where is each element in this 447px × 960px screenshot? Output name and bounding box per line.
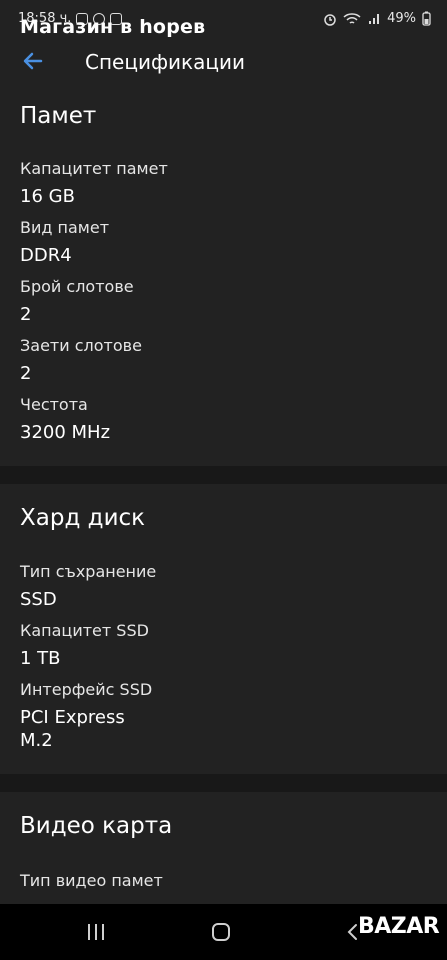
field-label: Капацитет SSD	[20, 621, 149, 640]
recent-apps-icon[interactable]	[88, 924, 104, 940]
status-right: 49%	[323, 11, 431, 26]
field-label: Заети слотове	[20, 336, 142, 355]
section-title: Видео карта	[20, 813, 173, 839]
shop-title: Магазин в hopeв	[20, 16, 206, 38]
page-title: Спецификации	[85, 50, 245, 74]
home-icon[interactable]	[212, 923, 230, 941]
field-value: 3200 MHz	[20, 422, 111, 443]
section-memory: Памет Капацитет памет 16 GB Вид памет DD…	[0, 90, 447, 466]
field-value: 16 GB	[20, 186, 75, 207]
section-hard-disk: Хард диск Тип съхранение SSD Капацитет S…	[0, 484, 447, 774]
field-value: 2	[20, 304, 32, 325]
field-label: Брой слотове	[20, 277, 134, 296]
wifi-icon	[343, 12, 361, 24]
battery-icon	[422, 11, 431, 26]
field-label: Честота	[20, 395, 88, 414]
field-label: Тип съхранение	[20, 562, 157, 581]
field-label: Тип видео памет	[20, 871, 163, 890]
watermark-logo: BAZAR	[358, 914, 440, 939]
field-value: 1 TB	[20, 648, 61, 669]
field-value: DDR4	[20, 245, 72, 266]
section-title: Памет	[20, 103, 97, 129]
field-label: Интерфейс SSD	[20, 680, 153, 699]
field-label: Вид памет	[20, 218, 110, 237]
app-bar: Спецификации	[0, 40, 447, 90]
signal-icon	[369, 13, 380, 24]
field-value: 2	[20, 363, 32, 384]
back-arrow-icon[interactable]	[18, 46, 48, 76]
battery-percent: 49%	[387, 11, 416, 26]
section-title: Хард диск	[20, 505, 146, 531]
field-label: Капацитет памет	[20, 159, 168, 178]
section-divider	[0, 774, 447, 792]
alarm-icon	[324, 13, 336, 26]
field-value: SSD	[20, 589, 57, 610]
field-value: PCI Express M.2	[20, 707, 125, 751]
section-divider	[0, 466, 447, 484]
section-video-card: Видео карта Тип видео памет	[0, 792, 447, 904]
